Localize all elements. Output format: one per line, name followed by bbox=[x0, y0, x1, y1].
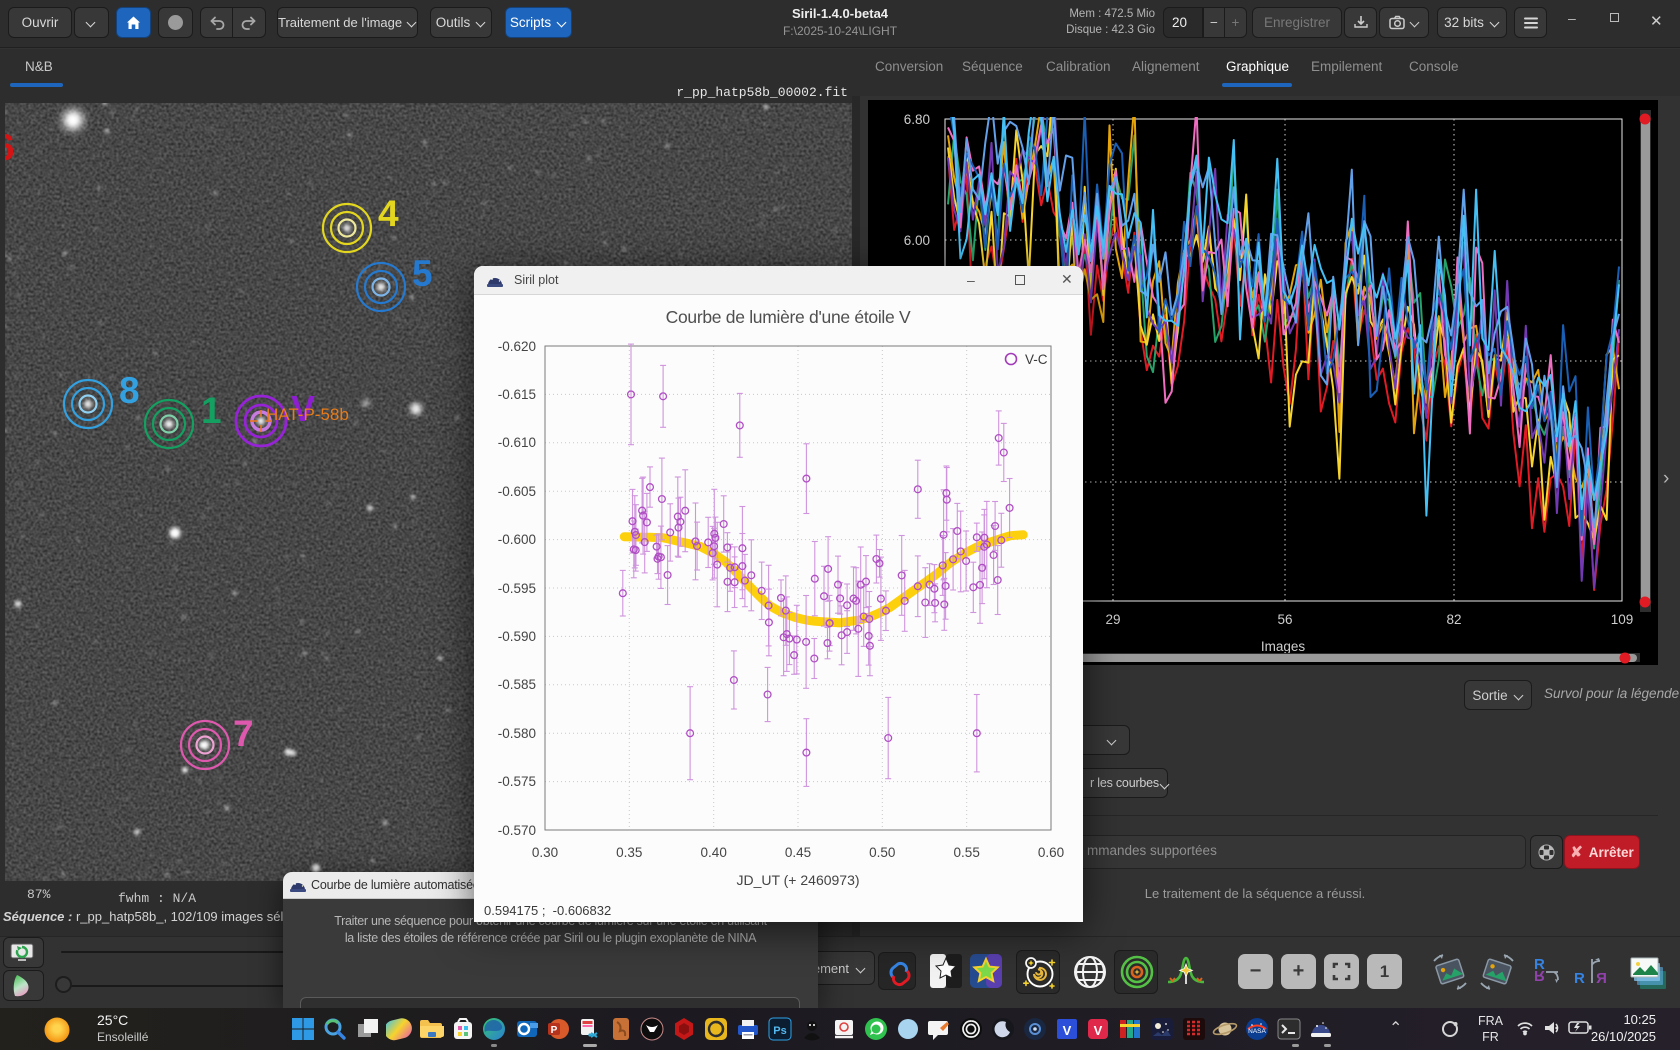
svg-text:109: 109 bbox=[1611, 612, 1634, 627]
svg-text:0.30: 0.30 bbox=[532, 845, 558, 860]
svg-text:0.45: 0.45 bbox=[785, 845, 811, 860]
svg-text:82: 82 bbox=[1446, 612, 1461, 627]
svg-text:29: 29 bbox=[1105, 612, 1120, 627]
svg-text:R: R bbox=[1534, 967, 1545, 984]
svg-text:-0.570: -0.570 bbox=[498, 823, 536, 838]
svg-text:-0.610: -0.610 bbox=[498, 435, 536, 450]
svg-text:5: 5 bbox=[412, 253, 433, 294]
svg-text:V: V bbox=[1094, 1023, 1103, 1038]
svg-text:0.55: 0.55 bbox=[954, 845, 980, 860]
svg-text:-0.590: -0.590 bbox=[498, 629, 536, 644]
svg-text:Images: Images bbox=[1261, 639, 1306, 654]
svg-text:-0.600: -0.600 bbox=[498, 532, 536, 547]
svg-text:7: 7 bbox=[233, 713, 254, 754]
svg-text:Ps: Ps bbox=[773, 1025, 786, 1037]
svg-text:8: 8 bbox=[119, 370, 140, 411]
svg-text:0.40: 0.40 bbox=[701, 845, 727, 860]
svg-text:0.50: 0.50 bbox=[869, 845, 895, 860]
svg-text:-0.585: -0.585 bbox=[498, 677, 536, 692]
svg-text:V-C: V-C bbox=[1025, 352, 1048, 367]
svg-text:R: R bbox=[1574, 970, 1585, 987]
svg-text:-0.580: -0.580 bbox=[498, 726, 536, 741]
svg-text:V: V bbox=[1063, 1023, 1072, 1038]
svg-text:6.00: 6.00 bbox=[904, 233, 930, 248]
svg-text:-0.615: -0.615 bbox=[498, 387, 536, 402]
svg-text:JD_UT (+ 2460973): JD_UT (+ 2460973) bbox=[736, 872, 859, 888]
svg-text:-0.620: -0.620 bbox=[498, 339, 536, 354]
svg-text:HAT-P-58b: HAT-P-58b bbox=[266, 405, 349, 424]
svg-text:-0.605: -0.605 bbox=[498, 484, 536, 499]
svg-text:P: P bbox=[551, 1025, 558, 1036]
svg-text:-0.575: -0.575 bbox=[498, 774, 536, 789]
svg-text:56: 56 bbox=[1277, 612, 1292, 627]
svg-text:4: 4 bbox=[378, 193, 399, 234]
svg-text:-0.595: -0.595 bbox=[498, 581, 536, 596]
svg-text:Courbe de lumière d'une étoile: Courbe de lumière d'une étoile V bbox=[666, 307, 911, 327]
svg-text:6.80: 6.80 bbox=[904, 112, 930, 127]
svg-text:R: R bbox=[1596, 970, 1607, 987]
svg-text:6: 6 bbox=[5, 127, 15, 168]
svg-text:NASA: NASA bbox=[1248, 1028, 1266, 1035]
svg-text:0.35: 0.35 bbox=[616, 845, 642, 860]
svg-text:0.60: 0.60 bbox=[1038, 845, 1064, 860]
svg-text:1: 1 bbox=[201, 390, 222, 431]
